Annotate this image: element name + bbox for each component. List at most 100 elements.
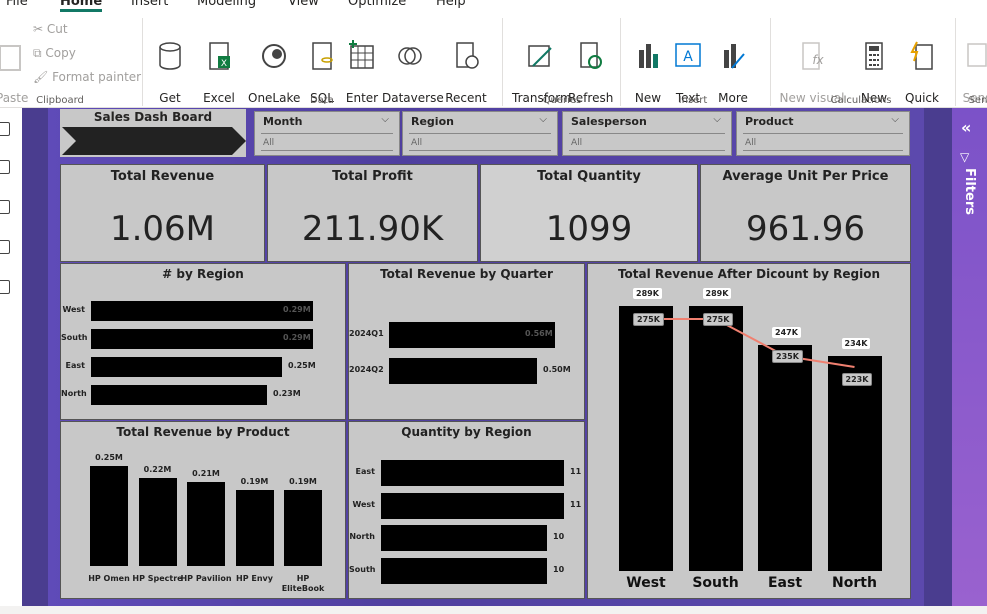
- slicer-value[interactable]: All: [745, 138, 756, 148]
- category-label: West: [352, 499, 375, 509]
- data-label: 0.21M: [192, 469, 220, 478]
- dataverse-button[interactable]: Dataverse: [382, 24, 444, 106]
- paste-button[interactable]: Paste: [0, 24, 28, 106]
- chart-quantity-by-region[interactable]: Quantity by Region East 11 West 11 North 10 So…: [348, 421, 585, 599]
- line-data-label: 235K: [772, 350, 803, 363]
- filter-icon: ▽: [960, 150, 970, 164]
- tab-help[interactable]: Help: [436, 0, 466, 9]
- tab-optimize[interactable]: Optimize: [348, 0, 406, 9]
- chart-revenue-by-product[interactable]: Total Revenue by Product 0.25M HP Omen 0.2…: [60, 421, 346, 599]
- data-label: 0.22M: [143, 465, 172, 474]
- data-label: 0.25M: [288, 361, 316, 370]
- collapse-icon[interactable]: «: [961, 118, 971, 137]
- bar[interactable]: [381, 557, 547, 584]
- bar[interactable]: [381, 492, 564, 519]
- bar[interactable]: [235, 490, 274, 566]
- kpi-card-revenue[interactable]: Total Revenue 1.06M: [60, 164, 265, 262]
- filters-label: Filters: [962, 168, 977, 215]
- more-visuals-icon: [724, 44, 745, 69]
- tab-modeling[interactable]: Modeling: [197, 0, 256, 9]
- data-label: 11: [570, 499, 582, 509]
- divider: [569, 133, 725, 134]
- table-add-icon: [349, 40, 374, 69]
- line-data-label: 275K: [702, 313, 734, 326]
- sensitivity-button[interactable]: Sens: [962, 24, 987, 106]
- bar[interactable]: [91, 301, 313, 321]
- divider: [261, 150, 393, 151]
- chevron-down-icon[interactable]: ⌵: [539, 114, 547, 125]
- divider: [770, 18, 771, 106]
- group-clipboard: Clipboard: [36, 95, 84, 106]
- tab-file[interactable]: File: [6, 0, 28, 9]
- tab-home[interactable]: Home: [60, 0, 103, 12]
- slicer-label: Region: [411, 115, 454, 128]
- kpi-value: 961.96: [746, 209, 865, 249]
- chevron-down-icon[interactable]: ⌵: [713, 114, 721, 125]
- data-label: 0.25M: [95, 453, 123, 462]
- refresh-button[interactable]: Refresh: [568, 24, 613, 106]
- copy-button[interactable]: ⧉ Copy: [33, 46, 76, 61]
- chart-revenue-after-discount[interactable]: Total Revenue After Dicount by Region 28…: [587, 263, 911, 599]
- bar[interactable]: [381, 525, 547, 551]
- chart-by-region[interactable]: # by Region West 0.29M South 0.29M East 0.25M…: [60, 263, 346, 420]
- dashboard-title: Sales Dash Board: [93, 110, 213, 124]
- divider: [502, 18, 503, 106]
- svg-text:fx: fx: [812, 53, 824, 67]
- scissors-icon: ✂: [33, 22, 47, 36]
- bar[interactable]: [381, 460, 564, 486]
- bar[interactable]: [389, 358, 537, 384]
- tmdl-view-icon[interactable]: [0, 280, 10, 294]
- page-tabs-bar: [0, 606, 987, 614]
- group-insert: Insert: [678, 95, 708, 106]
- filters-pane[interactable]: « ▽ Filters: [952, 108, 987, 614]
- chevron-down-icon[interactable]: ⌵: [891, 114, 899, 125]
- slicer-month[interactable]: Month ⌵ All: [254, 111, 400, 156]
- kpi-card-avg-unit-price[interactable]: Average Unit Per Price 961.96: [700, 164, 911, 262]
- slicer-value[interactable]: All: [411, 138, 422, 148]
- tab-insert[interactable]: Insert: [131, 0, 168, 9]
- category-label: North: [349, 532, 375, 541]
- data-label: 0.19M: [289, 477, 317, 486]
- bar[interactable]: [91, 385, 267, 405]
- kpi-title: Total Quantity: [537, 169, 641, 184]
- model-view-icon[interactable]: [0, 200, 10, 214]
- sql-server-icon: [312, 42, 333, 70]
- dax-query-icon[interactable]: [0, 240, 10, 254]
- bar[interactable]: [90, 466, 128, 566]
- slicer-value[interactable]: All: [571, 138, 582, 148]
- chart-title: # by Region: [162, 267, 244, 281]
- calculator-icon: [865, 42, 883, 70]
- bar[interactable]: [284, 490, 322, 566]
- slicer-salesperson[interactable]: Salesperson ⌵ All: [562, 111, 732, 156]
- slicer-product[interactable]: Product ⌵ All: [736, 111, 910, 156]
- slicer-value[interactable]: All: [263, 138, 274, 148]
- category-label: HP Pavilion: [180, 574, 232, 583]
- refresh-icon: [580, 42, 602, 69]
- bar[interactable]: [91, 357, 282, 377]
- category-label: South: [61, 333, 88, 342]
- text-box-icon: A: [675, 43, 701, 67]
- slicer-region[interactable]: Region ⌵ All: [402, 111, 558, 156]
- kpi-card-profit[interactable]: Total Profit 211.90K: [267, 164, 478, 262]
- category-label: East: [355, 467, 375, 476]
- ribbon: File Home Insert Modeling View Optimize …: [0, 0, 987, 137]
- divider: [142, 18, 143, 106]
- svg-text:X: X: [221, 59, 227, 69]
- report-view-icon[interactable]: [0, 122, 10, 136]
- chart-revenue-by-quarter[interactable]: Total Revenue by Quarter 2024Q1 0.56M 2024…: [348, 263, 585, 420]
- group-sensitivity: Sen: [968, 95, 987, 106]
- bar[interactable]: [187, 482, 225, 566]
- chevron-down-icon[interactable]: ⌵: [381, 114, 389, 125]
- bar[interactable]: [91, 329, 313, 349]
- kpi-card-quantity[interactable]: Total Quantity 1099: [480, 164, 698, 262]
- recent-sources-icon: [456, 42, 479, 69]
- format-painter-button[interactable]: 🖌 Format painter: [33, 70, 141, 84]
- kpi-value: 211.90K: [301, 209, 444, 249]
- cut-button[interactable]: ✂ Cut: [33, 22, 68, 36]
- tab-view[interactable]: View: [288, 0, 319, 9]
- table-view-icon[interactable]: [0, 160, 10, 174]
- data-label: 10: [553, 564, 565, 574]
- divider: [743, 133, 903, 134]
- bar[interactable]: [138, 478, 177, 566]
- kpi-title: Average Unit Per Price: [722, 169, 889, 184]
